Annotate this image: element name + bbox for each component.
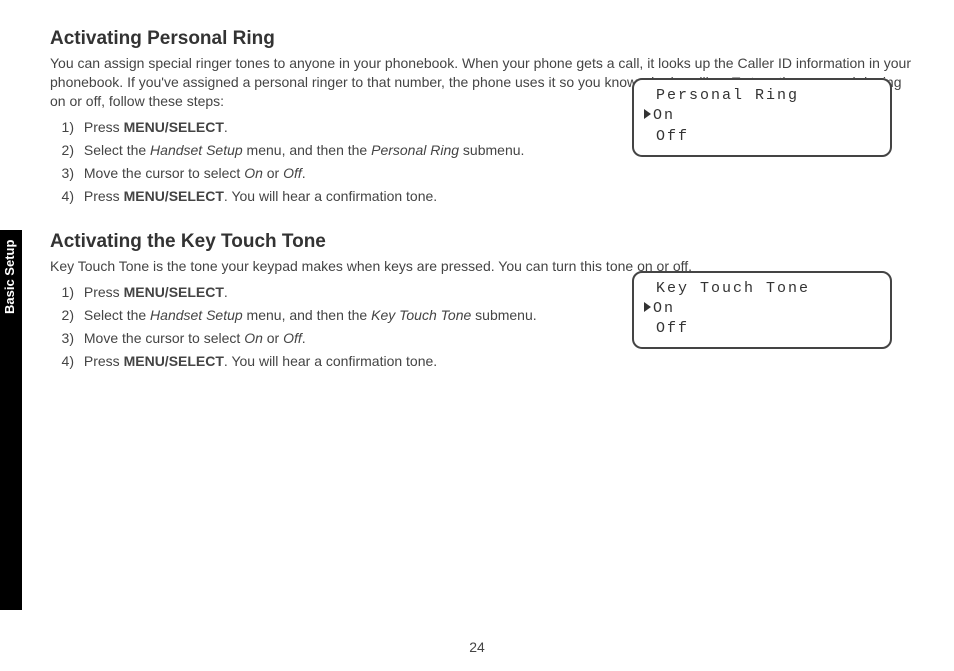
section-personal-ring: Activating Personal Ring You can assign … (50, 28, 914, 207)
page-content: Activating Personal Ring You can assign … (0, 0, 954, 372)
steps-key-touch-tone: Press MENU/SELECT. Select the Handset Se… (50, 282, 634, 372)
step-1: Press MENU/SELECT. (74, 282, 634, 303)
lcd-title: Personal Ring (656, 87, 799, 104)
step-4: Press MENU/SELECT. You will hear a confi… (74, 186, 634, 207)
step-3: Move the cursor to select On or Off. (74, 328, 634, 349)
lcd-option-off: Off (656, 128, 689, 145)
step-2: Select the Handset Setup menu, and then … (74, 305, 634, 326)
step-2: Select the Handset Setup menu, and then … (74, 140, 634, 161)
side-tab: Basic Setup (0, 230, 22, 610)
step-3: Move the cursor to select On or Off. (74, 163, 634, 184)
step-4: Press MENU/SELECT. You will hear a confi… (74, 351, 634, 372)
cursor-icon (644, 109, 651, 119)
heading-personal-ring: Activating Personal Ring (50, 28, 914, 50)
step-1: Press MENU/SELECT. (74, 117, 634, 138)
lcd-option-on: On (653, 300, 675, 317)
page-number: 24 (0, 639, 954, 655)
section-key-touch-tone: Activating the Key Touch Tone Key Touch … (50, 231, 914, 372)
heading-key-touch-tone: Activating the Key Touch Tone (50, 231, 914, 253)
lcd-key-touch-tone: Key Touch Tone On Off (632, 271, 892, 350)
lcd-title: Key Touch Tone (656, 280, 810, 297)
cursor-icon (644, 302, 651, 312)
side-tab-label: Basic Setup (2, 240, 17, 314)
lcd-personal-ring: Personal Ring On Off (632, 78, 892, 157)
lcd-option-off: Off (656, 320, 689, 337)
lcd-option-on: On (653, 107, 675, 124)
steps-personal-ring: Press MENU/SELECT. Select the Handset Se… (50, 117, 634, 207)
